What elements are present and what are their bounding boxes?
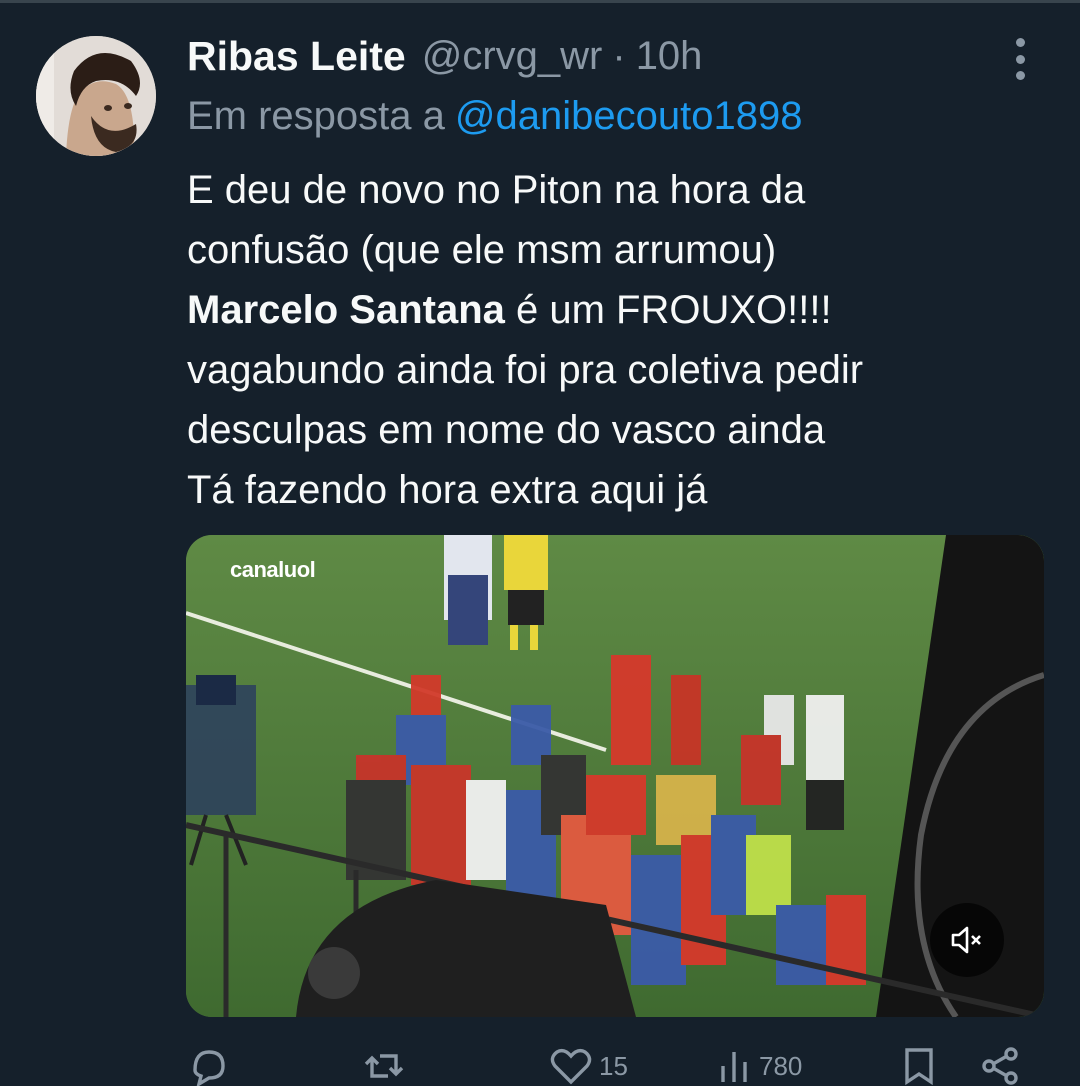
views-icon <box>721 1052 747 1082</box>
share-button[interactable] <box>979 1046 1023 1086</box>
tweet-text-line: confusão (que ele msm arrumou) <box>187 228 777 272</box>
views-count: 780 <box>759 1050 803 1081</box>
retweet-button[interactable] <box>362 1046 412 1086</box>
tweet-text: E deu de novo no Piton na hora da confus… <box>187 160 1067 520</box>
more-icon[interactable] <box>1000 38 1040 80</box>
reply-to-link[interactable]: @danibecouto1898 <box>455 94 803 138</box>
avatar-image <box>36 36 156 156</box>
channel-logo-text: canal <box>230 557 284 582</box>
like-button[interactable]: 15 <box>549 1046 628 1086</box>
speaker-muted-icon[interactable] <box>930 903 1004 977</box>
reply-context: Em resposta a @danibecouto1898 <box>187 94 802 139</box>
bold-name: Marcelo Santana <box>187 288 505 332</box>
more-icon-dot <box>1015 54 1025 64</box>
views-button[interactable]: 780 <box>717 1046 802 1086</box>
speaker-muted-icon-glyph <box>951 926 981 954</box>
retweet-icon <box>364 1054 404 1078</box>
timestamp[interactable]: 10h <box>636 34 703 79</box>
more-icon-dot <box>1015 71 1025 80</box>
more-icon-dot <box>1015 38 1025 47</box>
tweet-text-line: Tá fazendo hora extra aqui já <box>187 468 708 512</box>
tweet-text-line: vagabundo ainda foi pra coletiva pedir <box>187 348 864 392</box>
avatar[interactable] <box>36 36 156 156</box>
tweet-text-line: Marcelo Santana é um FROUXO!!!! <box>187 280 1067 340</box>
author-handle[interactable]: @crvg_wr <box>422 34 603 79</box>
channel-logo: canaluol <box>230 557 316 583</box>
bookmark-button[interactable] <box>899 1046 939 1086</box>
reply-icon <box>193 1050 225 1086</box>
like-count: 15 <box>599 1050 628 1081</box>
bookmark-icon <box>905 1048 933 1086</box>
video-player[interactable]: canaluol <box>186 535 1044 1017</box>
action-bar: 15 780 <box>187 1046 1047 1086</box>
reply-prefix: Em resposta a <box>187 94 445 138</box>
channel-logo-brand: uol <box>283 557 316 582</box>
tweet-text-line: desculpas em nome do vasco ainda <box>187 408 826 452</box>
author-name[interactable]: Ribas Leite <box>187 33 406 80</box>
tweet-header: Ribas Leite @crvg_wr · 10h <box>187 28 702 84</box>
top-divider <box>0 0 1080 3</box>
tweet-text-line-rest: é um FROUXO!!!! <box>504 288 832 332</box>
video-frame <box>186 535 1044 1017</box>
tweet-text-line: E deu de novo no Piton na hora da <box>187 168 806 212</box>
like-icon <box>550 1048 592 1085</box>
reply-button[interactable] <box>187 1046 237 1086</box>
separator-dot: · <box>612 33 626 78</box>
share-icon <box>982 1047 1018 1085</box>
